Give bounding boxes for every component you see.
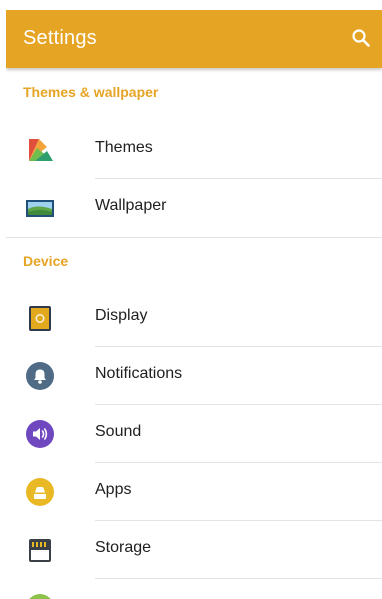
item-label: Apps	[95, 481, 132, 498]
item-label: Storage	[95, 539, 152, 556]
search-icon	[352, 29, 370, 47]
item-label: Sound	[95, 423, 142, 440]
settings-item-themes[interactable]: Themes	[6, 121, 382, 179]
settings-screen: Settings Themes & wallpaper Themes Wallp…	[6, 10, 382, 599]
settings-item-storage[interactable]: Storage	[6, 521, 382, 579]
apps-icon	[25, 477, 55, 507]
display-icon	[25, 303, 55, 333]
page-title: Settings	[23, 27, 97, 49]
notifications-icon	[25, 361, 55, 391]
storage-icon	[25, 535, 55, 565]
section-header-device: Device	[23, 253, 69, 269]
sound-icon	[25, 419, 55, 449]
settings-item-apps[interactable]: Apps	[6, 463, 382, 521]
item-label: Notifications	[95, 365, 183, 382]
settings-item-sound[interactable]: Sound	[6, 405, 382, 463]
wallpaper-icon	[25, 193, 55, 223]
settings-item-notifications[interactable]: Notifications	[6, 347, 382, 405]
divider	[95, 578, 382, 579]
search-button[interactable]	[350, 27, 372, 49]
item-label: Wallpaper	[95, 197, 167, 214]
app-bar: Settings	[6, 10, 382, 68]
section-divider	[6, 237, 382, 238]
settings-item-display[interactable]: Display	[6, 289, 382, 347]
themes-icon	[25, 135, 55, 165]
item-label: Themes	[95, 139, 153, 156]
section-header-themes-wallpaper: Themes & wallpaper	[23, 84, 159, 100]
settings-item-wallpaper[interactable]: Wallpaper	[6, 179, 382, 237]
item-label: Display	[95, 307, 148, 324]
battery-icon	[25, 593, 55, 599]
